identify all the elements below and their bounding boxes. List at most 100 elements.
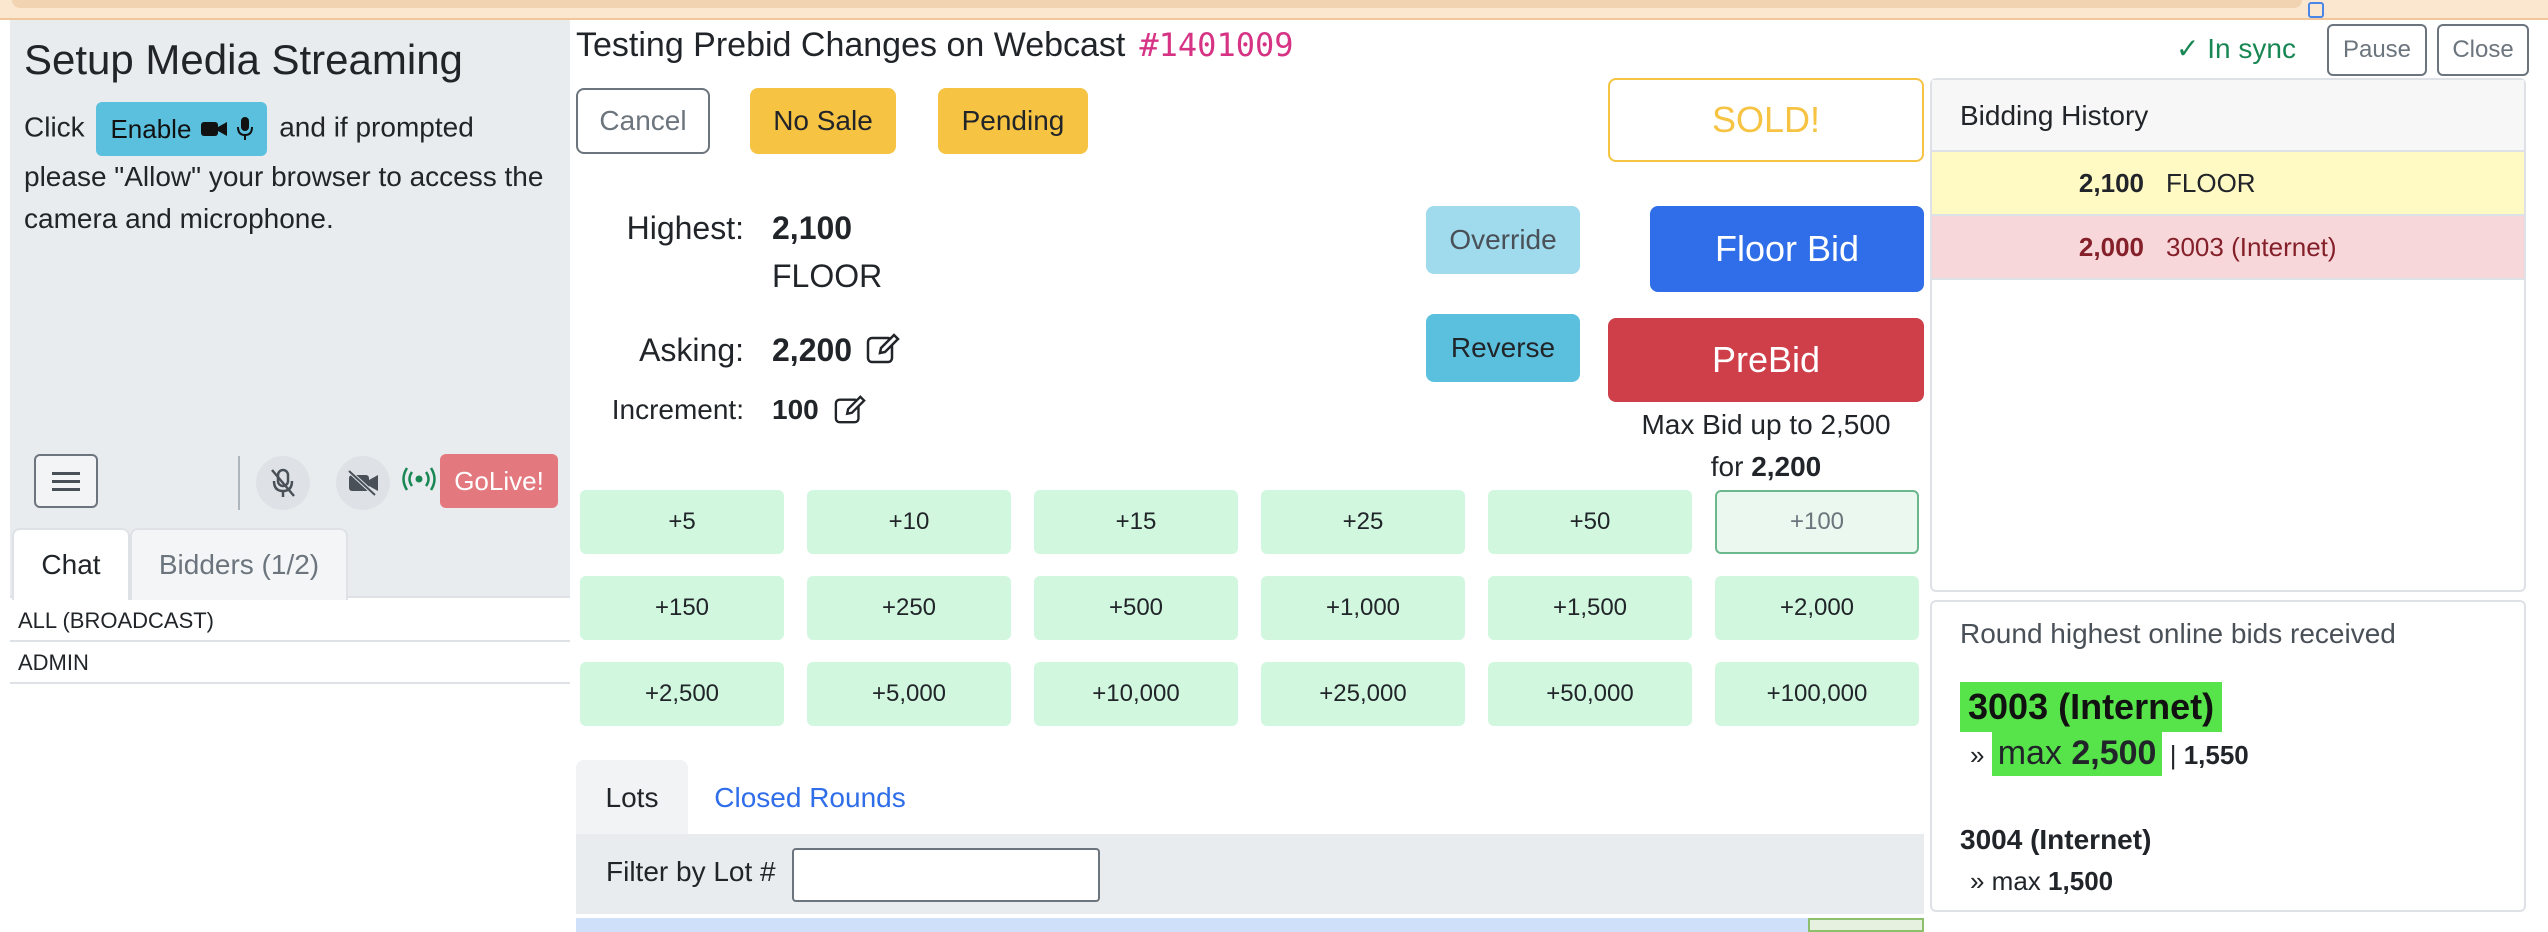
media-controls: GoLive! <box>24 452 570 512</box>
pending-button[interactable]: Pending <box>938 88 1088 154</box>
camera-off-icon <box>347 470 378 496</box>
microphone-icon <box>237 117 254 140</box>
microphone-off-icon <box>271 468 295 497</box>
top-online-bidder: 3003 (Internet) <box>1960 682 2223 732</box>
reverse-button[interactable]: Reverse <box>1426 314 1580 382</box>
lots-tabs: Lots Closed Rounds <box>576 760 1924 836</box>
max-bid-note: Max Bid up to 2,500 for 2,200 <box>1608 404 1924 488</box>
highest-value: 2,100 <box>772 210 853 246</box>
increment-button[interactable]: +500 <box>1034 576 1238 640</box>
top-max-value: 2,500 <box>2071 734 2157 772</box>
lot-title: Testing Prebid Changes on Webcast #140100… <box>576 26 1294 65</box>
top-max-highlight: max 2,500 <box>1991 730 2163 776</box>
enable-label: Enable <box>110 114 192 144</box>
top-bidder-max-line: » max 2,500 | 1,550 <box>1970 730 2249 776</box>
recipient-admin[interactable]: ADMIN <box>10 642 570 684</box>
browser-top-bar <box>0 0 2548 20</box>
bidding-history-title: Bidding History <box>1932 80 2524 152</box>
camera-icon <box>201 122 228 136</box>
pause-button[interactable]: Pause <box>2327 24 2427 76</box>
round-highest-card: Round highest online bids received 3003 … <box>1930 600 2526 912</box>
top-separator: | <box>2169 740 2184 770</box>
prebid-button[interactable]: PreBid <box>1608 318 1924 402</box>
increment-button[interactable]: +100,000 <box>1715 662 1919 726</box>
max-bid-for: for 2,200 <box>1608 446 1924 488</box>
golive-button[interactable]: GoLive! <box>440 454 558 508</box>
increment-button[interactable]: +25 <box>1261 490 1465 554</box>
lot-filter-input[interactable] <box>792 848 1100 902</box>
history-row: 2,100 FLOOR <box>1932 152 2524 216</box>
top-max-label: max <box>1997 734 2062 772</box>
override-button[interactable]: Override <box>1426 206 1580 274</box>
sold-button[interactable]: SOLD! <box>1608 78 1924 162</box>
media-panel: Setup Media Streaming Click Enable and i… <box>10 20 570 932</box>
highest-source: FLOOR <box>772 258 883 294</box>
increment-button[interactable]: +10,000 <box>1034 662 1238 726</box>
increment-value: 100 <box>772 394 819 425</box>
cancel-button[interactable]: Cancel <box>576 88 710 154</box>
broadcast-icon <box>402 467 436 491</box>
history-row: 2,000 3003 (Internet) <box>1932 216 2524 280</box>
mute-microphone-button[interactable] <box>256 456 310 510</box>
increment-button[interactable]: +1,500 <box>1488 576 1692 640</box>
edit-increment-icon[interactable] <box>834 394 866 426</box>
disable-camera-button[interactable] <box>336 456 390 510</box>
max-bid-for-label: for <box>1710 451 1744 482</box>
tab-bidders[interactable]: Bidders (1/2) <box>130 528 348 600</box>
click-text: Click <box>24 111 85 143</box>
increment-button[interactable]: +50 <box>1488 490 1692 554</box>
increment-button[interactable]: +10 <box>807 490 1011 554</box>
chat-panel: Chat Bidders (1/2) ALL (BROADCAST) ADMIN <box>10 528 570 932</box>
bidding-history-card: Bidding History 2,100 FLOOR 2,000 3003 (… <box>1930 78 2526 592</box>
chat-tabs: Chat Bidders (1/2) <box>10 528 570 600</box>
increment-button[interactable]: +2,500 <box>580 662 784 726</box>
history-bidder: 3003 (Internet) <box>2166 231 2337 262</box>
setup-title: Setup Media Streaming <box>24 36 463 83</box>
top-prefix: » <box>1970 740 1992 770</box>
enable-media-button[interactable]: Enable <box>96 102 268 156</box>
increment-button[interactable]: +150 <box>580 576 784 640</box>
second-online-bidder: 3004 (Internet) <box>1960 824 2152 855</box>
sync-status: ✓ In sync <box>2176 33 2296 64</box>
edit-asking-icon[interactable] <box>866 332 900 366</box>
history-amount: 2,100 <box>2078 167 2144 198</box>
increment-button[interactable]: +250 <box>807 576 1011 640</box>
lot-list-row[interactable] <box>576 918 1924 932</box>
lot-title-text: Testing Prebid Changes on Webcast <box>576 26 1126 64</box>
top-current-value: 1,550 <box>2183 740 2249 770</box>
increment-button[interactable]: +1,000 <box>1261 576 1465 640</box>
increment-button[interactable]: +2,000 <box>1715 576 1919 640</box>
increment-button[interactable]: +25,000 <box>1261 662 1465 726</box>
second-max-value: 1,500 <box>2048 866 2114 896</box>
increment-button[interactable]: +100 <box>1715 490 1919 554</box>
highest-label: Highest: <box>626 210 744 246</box>
close-button[interactable]: Close <box>2437 24 2529 76</box>
increment-button[interactable]: +50,000 <box>1488 662 1692 726</box>
tab-chat[interactable]: Chat <box>12 528 130 600</box>
menu-button[interactable] <box>34 454 98 508</box>
increment-label: Increment: <box>611 394 744 425</box>
auction-panel: Testing Prebid Changes on Webcast #140100… <box>576 20 1926 932</box>
browser-extension-icon[interactable] <box>2308 2 2324 18</box>
max-bid-text: Max Bid up to 2,500 <box>1641 409 1891 440</box>
increment-button[interactable]: +5 <box>580 490 784 554</box>
browser-banner <box>12 0 2302 8</box>
filter-label: Filter by Lot # <box>606 856 776 887</box>
asking-label: Asking: <box>639 332 744 368</box>
round-title: Round highest online bids received <box>1960 618 2396 649</box>
increment-button[interactable]: +15 <box>1034 490 1238 554</box>
divider <box>238 456 240 510</box>
increment-button[interactable]: +5,000 <box>807 662 1011 726</box>
tab-lots[interactable]: Lots <box>576 760 688 836</box>
floor-bid-button[interactable]: Floor Bid <box>1650 206 1924 292</box>
recipient-broadcast[interactable]: ALL (BROADCAST) <box>10 600 570 642</box>
history-panel: ✓ In sync Pause Close Bidding History 2,… <box>1930 20 2530 932</box>
history-bidder: FLOOR <box>2166 167 2256 198</box>
lot-filter-bar: Filter by Lot # <box>576 834 1924 914</box>
lot-thumbnail[interactable] <box>1808 918 1924 932</box>
lot-number: #1401009 <box>1139 26 1294 64</box>
asking-value: 2,200 <box>772 332 853 368</box>
second-bidder-max-line: » max 1,500 <box>1970 866 2113 897</box>
no-sale-button[interactable]: No Sale <box>750 88 896 154</box>
tab-closed-rounds[interactable]: Closed Rounds <box>700 760 920 836</box>
